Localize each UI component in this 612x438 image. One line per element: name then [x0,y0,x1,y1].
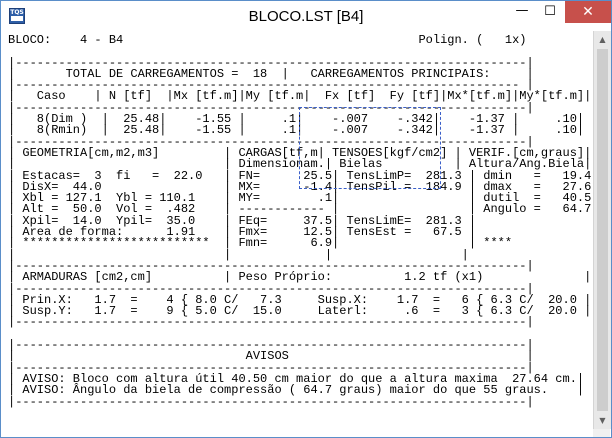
report-listing: BLOCO: 4 - B4 Polign. ( 1x) |------------… [8,33,592,409]
close-button[interactable]: ✕ [565,1,611,23]
scroll-thumb[interactable] [597,49,608,411]
scroll-up-arrow-icon[interactable]: ▲ [594,31,611,48]
minimize-button[interactable]: — [509,1,535,23]
report-line: BLOCO: 4 - B4 Polign. ( 1x) [8,33,527,47]
maximize-button[interactable]: ☐ [537,1,563,23]
close-icon: ✕ [582,4,594,20]
scroll-down-arrow-icon[interactable]: ▼ [594,412,611,429]
maximize-icon: ☐ [544,4,556,19]
report-text-area[interactable]: BLOCO: 4 - B4 Polign. ( 1x) |------------… [2,31,592,429]
minimize-icon: — [515,3,529,18]
resize-grip[interactable] [593,429,610,437]
report-line: |---------------------------------------… [8,315,534,330]
report-line: |---------------------------------------… [8,394,534,409]
report-window: TQS BLOCO.LST [B4] — ☐ ✕ BLOCO: 4 - B4 P… [0,0,612,438]
vertical-scrollbar[interactable]: ▲ ▼ [593,31,611,429]
title-bar[interactable]: TQS BLOCO.LST [B4] — ☐ ✕ [1,1,611,31]
